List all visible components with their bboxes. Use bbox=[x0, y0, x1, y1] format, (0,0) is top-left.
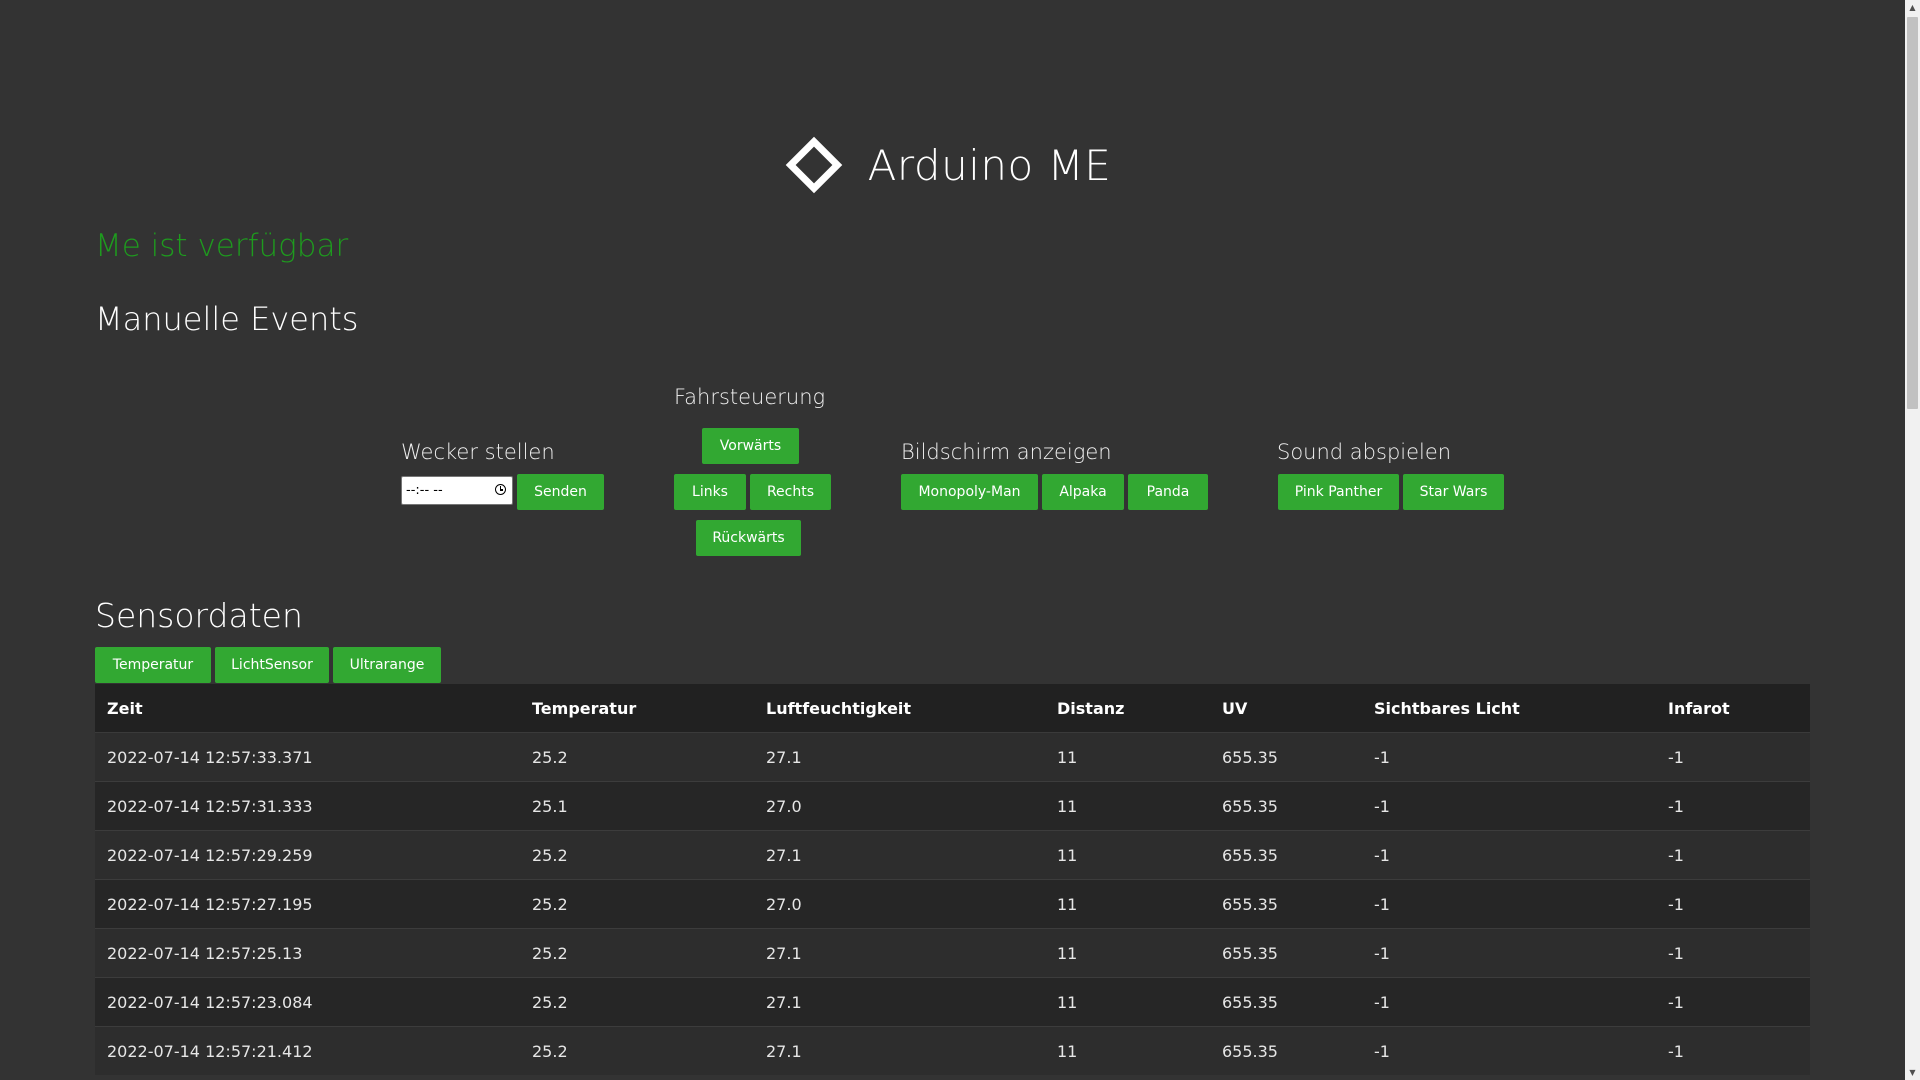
cell-visible-light: -1 bbox=[1362, 977, 1656, 1027]
table-row: 2022-07-14 12:57:29.259 25.2 27.1 11 655.35-… bbox=[95, 830, 1810, 880]
cell-time: 2022-07-14 12:57:31.333 bbox=[95, 781, 520, 831]
filter-ultrarange-button[interactable]: Ultrarange bbox=[333, 647, 441, 683]
column-header-uv: UV bbox=[1210, 684, 1362, 733]
clock-icon[interactable] bbox=[495, 484, 506, 495]
diamond-logo-icon bbox=[785, 136, 842, 194]
cell-infrared: -1 bbox=[1656, 781, 1810, 831]
app-title: Arduino ME bbox=[867, 140, 1112, 190]
cell-time: 2022-07-14 12:57:29.259 bbox=[95, 830, 520, 880]
vertical-scrollbar[interactable]: ▲ ▼ bbox=[1905, 0, 1920, 1080]
scrollbar-thumb[interactable] bbox=[1907, 17, 1918, 409]
alarm-time-input[interactable]: --:-- -- bbox=[401, 476, 513, 505]
alarm-send-button[interactable]: Senden bbox=[517, 474, 604, 510]
cell-time: 2022-07-14 12:57:23.084 bbox=[95, 977, 520, 1027]
cell-temperature: 25.2 bbox=[520, 830, 754, 880]
drive-group-title: Fahrsteuerung bbox=[674, 385, 826, 409]
cell-temperature: 25.2 bbox=[520, 1026, 754, 1075]
column-header-infrared: Infarot bbox=[1656, 684, 1810, 733]
column-header-time: Zeit bbox=[95, 684, 520, 733]
cell-humidity: 27.1 bbox=[754, 830, 1045, 880]
column-header-humidity: Luftfeuchtigkeit bbox=[754, 684, 1045, 733]
filter-temperature-button[interactable]: Temperatur bbox=[95, 647, 211, 683]
cell-temperature: 25.2 bbox=[520, 732, 754, 782]
alarm-group-title: Wecker stellen bbox=[401, 440, 555, 464]
cell-humidity: 27.0 bbox=[754, 879, 1045, 929]
cell-time: 2022-07-14 12:57:21.412 bbox=[95, 1026, 520, 1075]
cell-infrared: -1 bbox=[1656, 1026, 1810, 1075]
cell-uv: 655.35 bbox=[1210, 928, 1362, 978]
screen-group-title: Bildschirm anzeigen bbox=[901, 440, 1112, 464]
cell-uv: 655.35 bbox=[1210, 781, 1362, 831]
table-row: 2022-07-14 12:57:27.195 25.2 27.0 11 655.35-… bbox=[95, 879, 1810, 929]
cell-uv: 655.35 bbox=[1210, 1026, 1362, 1075]
scroll-down-arrow-icon[interactable]: ▼ bbox=[1905, 1065, 1920, 1080]
cell-visible-light: -1 bbox=[1362, 928, 1656, 978]
sensor-data-title: Sensordaten bbox=[95, 596, 303, 635]
cell-infrared: -1 bbox=[1656, 977, 1810, 1027]
cell-time: 2022-07-14 12:57:33.371 bbox=[95, 732, 520, 782]
cell-humidity: 27.1 bbox=[754, 1026, 1045, 1075]
cell-humidity: 27.0 bbox=[754, 781, 1045, 831]
cell-temperature: 25.2 bbox=[520, 928, 754, 978]
cell-distance: 11 bbox=[1045, 879, 1210, 929]
drive-backward-button[interactable]: Rückwärts bbox=[696, 520, 801, 556]
cell-visible-light: -1 bbox=[1362, 1026, 1656, 1075]
cell-distance: 11 bbox=[1045, 830, 1210, 880]
status-text: Me ist verfügbar bbox=[95, 228, 349, 264]
column-header-temperature: Temperatur bbox=[520, 684, 754, 733]
cell-distance: 11 bbox=[1045, 732, 1210, 782]
page: Arduino ME Me ist verfügbar Manuelle Eve… bbox=[0, 0, 1920, 1080]
cell-visible-light: -1 bbox=[1362, 830, 1656, 880]
screen-panda-button[interactable]: Panda bbox=[1128, 474, 1208, 510]
table-row: 2022-07-14 12:57:31.333 25.1 27.0 11 655.35-… bbox=[95, 781, 1810, 831]
column-header-distance: Distanz bbox=[1045, 684, 1210, 733]
cell-uv: 655.35 bbox=[1210, 732, 1362, 782]
cell-visible-light: -1 bbox=[1362, 781, 1656, 831]
screen-monopoly-button[interactable]: Monopoly-Man bbox=[901, 474, 1038, 510]
cell-humidity: 27.1 bbox=[754, 928, 1045, 978]
manual-events-title: Manuelle Events bbox=[95, 300, 359, 338]
cell-distance: 11 bbox=[1045, 977, 1210, 1027]
cell-infrared: -1 bbox=[1656, 928, 1810, 978]
cell-humidity: 27.1 bbox=[754, 732, 1045, 782]
cell-visible-light: -1 bbox=[1362, 732, 1656, 782]
drive-left-button[interactable]: Links bbox=[674, 474, 746, 510]
drive-forward-button[interactable]: Vorwärts bbox=[702, 428, 799, 464]
table-row: 2022-07-14 12:57:21.412 25.2 27.1 11 655.35-… bbox=[95, 1026, 1810, 1075]
cell-infrared: -1 bbox=[1656, 732, 1810, 782]
cell-distance: 11 bbox=[1045, 928, 1210, 978]
cell-infrared: -1 bbox=[1656, 830, 1810, 880]
alarm-time-value: --:-- -- bbox=[406, 483, 443, 498]
scroll-up-arrow-icon[interactable]: ▲ bbox=[1905, 0, 1920, 15]
header: Arduino ME bbox=[0, 125, 1905, 205]
drive-right-button[interactable]: Rechts bbox=[750, 474, 831, 510]
sound-pink-panther-button[interactable]: Pink Panther bbox=[1278, 474, 1399, 510]
cell-visible-light: -1 bbox=[1362, 879, 1656, 929]
table-body: 2022-07-14 12:57:33.371 25.2 27.1 11 655.35-… bbox=[95, 732, 1810, 1075]
screen-alpaka-button[interactable]: Alpaka bbox=[1042, 474, 1124, 510]
cell-temperature: 25.2 bbox=[520, 977, 754, 1027]
cell-humidity: 27.1 bbox=[754, 977, 1045, 1027]
sound-group-title: Sound abspielen bbox=[1277, 440, 1452, 464]
cell-uv: 655.35 bbox=[1210, 830, 1362, 880]
sound-star-wars-button[interactable]: Star Wars bbox=[1403, 474, 1504, 510]
table-row: 2022-07-14 12:57:33.371 25.2 27.1 11 655.35-… bbox=[95, 732, 1810, 782]
cell-temperature: 25.1 bbox=[520, 781, 754, 831]
cell-distance: 11 bbox=[1045, 1026, 1210, 1075]
column-header-visible-light: Sichtbares Licht bbox=[1362, 684, 1656, 733]
table-header-row: Zeit Temperatur Luftfeuchtigkeit Distanz… bbox=[95, 684, 1810, 733]
filter-light-sensor-button[interactable]: LichtSensor bbox=[215, 647, 329, 683]
cell-uv: 655.35 bbox=[1210, 879, 1362, 929]
sensor-table: Zeit Temperatur Luftfeuchtigkeit Distanz… bbox=[95, 684, 1810, 1075]
cell-time: 2022-07-14 12:57:27.195 bbox=[95, 879, 520, 929]
cell-uv: 655.35 bbox=[1210, 977, 1362, 1027]
cell-infrared: -1 bbox=[1656, 879, 1810, 929]
table-row: 2022-07-14 12:57:23.084 25.2 27.1 11 655.35-… bbox=[95, 977, 1810, 1027]
cell-temperature: 25.2 bbox=[520, 879, 754, 929]
cell-distance: 11 bbox=[1045, 781, 1210, 831]
cell-time: 2022-07-14 12:57:25.13 bbox=[95, 928, 520, 978]
table-row: 2022-07-14 12:57:25.13 25.2 27.1 11 655.35 -1… bbox=[95, 928, 1810, 978]
